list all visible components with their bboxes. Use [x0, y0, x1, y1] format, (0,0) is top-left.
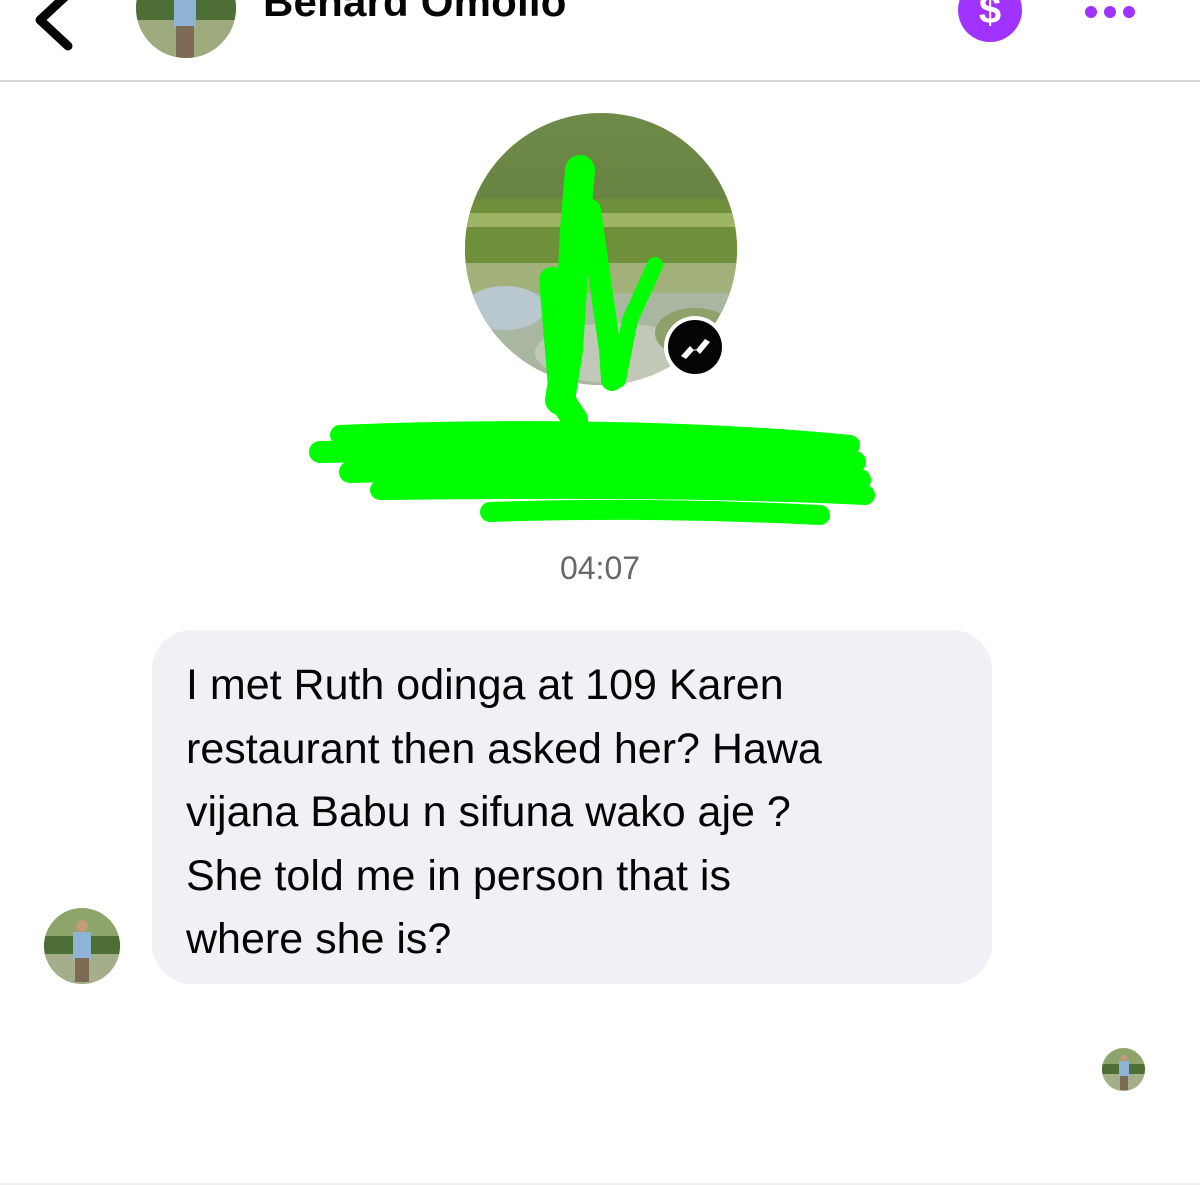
pay-button[interactable]: $ — [958, 0, 1022, 42]
contact-photo — [136, 0, 236, 58]
messenger-badge — [664, 316, 726, 378]
more-options-button[interactable] — [1084, 4, 1136, 20]
sender-avatar[interactable] — [44, 908, 120, 984]
message-line: She told me in person that is — [186, 851, 731, 900]
more-horizontal-icon — [1085, 6, 1135, 18]
message-bubble[interactable]: I met Ruth odinga at 109 Karen restauran… — [152, 630, 992, 984]
contact-avatar[interactable] — [136, 0, 236, 58]
message-line: vijana Babu n sifuna wako aje ? — [186, 788, 791, 836]
message-timestamp: 04:07 — [559, 550, 641, 586]
messenger-icon — [668, 320, 722, 374]
back-button[interactable] — [30, 0, 80, 52]
chat-screen: Benard Omollo $ 04:07 I met Ruth odinga … — [0, 0, 1200, 1185]
contact-name[interactable]: Benard Omollo — [263, 0, 567, 26]
read-receipt-avatar — [1102, 1048, 1145, 1091]
read-receipt-photo — [1102, 1048, 1145, 1091]
sender-photo — [44, 908, 120, 984]
conversation-header: Benard Omollo $ — [0, 0, 1200, 82]
message-line: where she is? — [186, 915, 452, 963]
dollar-sign-icon: $ — [978, 0, 1002, 32]
message-line: I met Ruth odinga at 109 Karen — [186, 661, 784, 709]
chevron-left-icon — [35, 0, 73, 51]
message-line: restaurant then asked her? Hawa — [186, 724, 822, 773]
